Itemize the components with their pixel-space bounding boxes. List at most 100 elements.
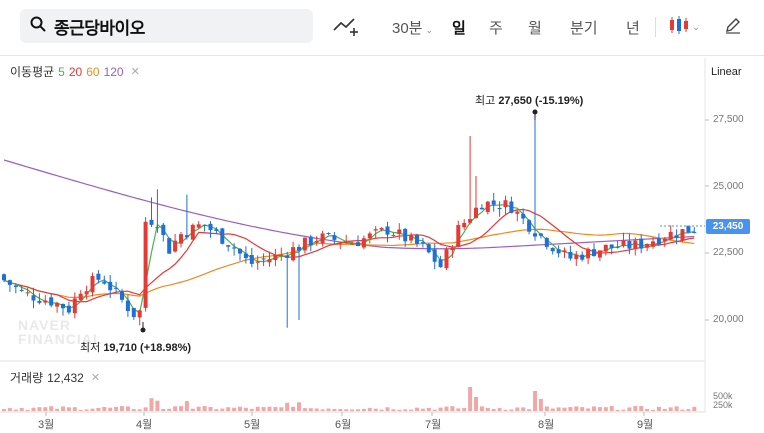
candle-body [538, 233, 543, 236]
ma120-line [3, 159, 695, 250]
volume-bar [131, 409, 136, 411]
volume-bar [597, 407, 602, 411]
volume-bar [651, 409, 655, 411]
volume-bar [462, 407, 467, 411]
candle-body [462, 222, 467, 228]
candle-body [202, 224, 207, 226]
volume-bar [279, 407, 284, 411]
close-icon[interactable]: ✕ [91, 371, 100, 384]
volume-bar [37, 407, 42, 411]
volume-bar [586, 408, 591, 411]
volume-bar [226, 407, 231, 411]
candle-body [633, 240, 638, 250]
volume-bar [167, 408, 172, 411]
volume-bar [243, 407, 248, 411]
month-label: 7월 [425, 419, 442, 431]
volume-bar [633, 406, 638, 411]
volume-bar [544, 406, 549, 411]
volume-bar [474, 397, 478, 411]
volume-bar [238, 406, 242, 411]
volume-bar [456, 408, 461, 411]
candle-body [485, 201, 490, 213]
candle-body [668, 232, 673, 240]
volume-bar [232, 407, 237, 411]
candle-body [686, 225, 691, 233]
candle-body [645, 244, 650, 248]
volume-bar [25, 409, 30, 411]
volume-bar [509, 409, 514, 411]
candle-body [656, 238, 661, 245]
volume-bar [432, 409, 437, 411]
volume-bar [550, 408, 555, 411]
candle-body [497, 208, 502, 210]
volume-bar [379, 409, 384, 411]
volume-bar [627, 407, 632, 411]
volume-bar [155, 400, 160, 411]
volume-bar [7, 408, 12, 411]
candle-body [226, 245, 231, 247]
candle-body [173, 240, 178, 252]
volume-bar [19, 408, 24, 411]
volume-bar [338, 409, 343, 411]
candle-body [125, 300, 130, 312]
volume-bar [515, 407, 520, 411]
volume-bar [72, 407, 77, 411]
candle-body [108, 281, 113, 291]
candle-body [651, 241, 655, 247]
candle-body [320, 233, 325, 244]
volume-bar [84, 409, 89, 411]
volume-bar [574, 406, 579, 411]
candle-body [167, 238, 172, 254]
volume-bar [78, 409, 83, 411]
candle-body [285, 255, 290, 258]
volume-bar [361, 408, 366, 411]
volume-bar [149, 398, 154, 411]
candle-body [350, 243, 355, 245]
volume-bar [173, 406, 178, 411]
candle-body [261, 258, 266, 260]
volume-bar [450, 406, 455, 411]
candle-body [179, 234, 183, 244]
price-chart[interactable] [0, 0, 764, 433]
candle-body [155, 227, 160, 229]
candle-body [308, 236, 313, 246]
volume-bar [639, 406, 644, 411]
candle-body [90, 275, 95, 293]
volume-bar [267, 406, 272, 411]
volume-bar [102, 406, 107, 411]
volume-bar [444, 406, 449, 411]
month-label: 3월 [38, 419, 55, 431]
volume-bar [479, 406, 484, 411]
volume-bar [273, 407, 278, 411]
volume-bar [220, 408, 225, 411]
candle-body [279, 254, 284, 256]
volume-axis-tick: 250k [713, 400, 733, 410]
candle-body [503, 200, 508, 208]
volume-bar [527, 409, 532, 411]
volume-bar [90, 408, 95, 411]
volume-bar [326, 408, 331, 411]
candle-body [302, 237, 307, 251]
candle-body [580, 254, 585, 260]
candle-body [550, 248, 555, 252]
candle-body [314, 240, 319, 243]
candle-body [332, 235, 337, 240]
candle-body [37, 300, 42, 303]
volume-bar [656, 406, 661, 411]
volume-bar [356, 409, 360, 411]
candle-body [19, 289, 24, 291]
candle-body [592, 249, 596, 257]
volume-bar [320, 409, 325, 411]
volume-bar [503, 409, 508, 411]
volume-bar [415, 407, 419, 411]
volume-bar [562, 407, 567, 411]
candle-body [190, 224, 195, 240]
volume-bar [125, 406, 130, 411]
candle-body [373, 229, 378, 231]
volume-bar [438, 407, 443, 411]
candle-body [415, 234, 419, 244]
candle-body [267, 259, 272, 263]
candle-body [379, 227, 384, 230]
volume-bar [108, 407, 113, 411]
candle-body [220, 228, 225, 244]
